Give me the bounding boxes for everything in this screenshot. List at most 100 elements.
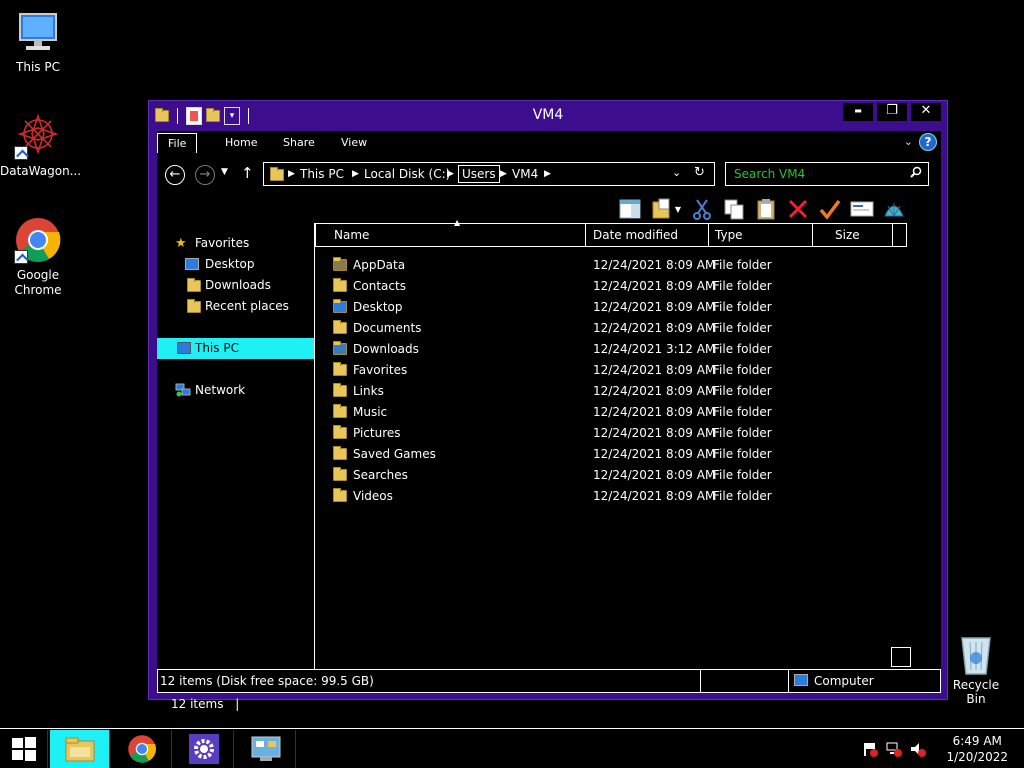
recent-locations-dropdown[interactable]: ▼: [221, 167, 228, 177]
nav-item-label: Network: [195, 383, 246, 397]
move-to-folder-icon[interactable]: ▼: [649, 196, 683, 222]
tab-file[interactable]: File: [157, 133, 198, 153]
forward-button[interactable]: →: [195, 165, 215, 185]
desktop-icon-google-chrome[interactable]: Google Chrome: [0, 216, 76, 298]
action-center-flag-icon[interactable]: [862, 741, 878, 761]
folder-icon: [333, 320, 347, 334]
column-type[interactable]: Type: [709, 224, 813, 246]
table-row[interactable]: Pictures 12/24/2021 8:09 AM File folder: [315, 423, 907, 444]
taskbar-file-explorer[interactable]: [50, 730, 110, 768]
properties-card-icon[interactable]: [849, 196, 875, 222]
volume-muted-icon[interactable]: [910, 741, 926, 761]
checkmark-icon[interactable]: [817, 196, 843, 222]
preview-pane-icon[interactable]: [617, 196, 643, 222]
recent-places-icon: [187, 299, 201, 313]
nav-item-favorites[interactable]: ★ Favorites: [157, 233, 314, 254]
file-name: Downloads: [353, 342, 419, 356]
file-name: Documents: [353, 321, 422, 335]
file-date: 12/24/2021 3:12 AM: [593, 342, 716, 356]
address-history-dropdown[interactable]: ⌄: [672, 166, 681, 179]
table-row[interactable]: AppData 12/24/2021 8:09 AM File folder: [315, 255, 907, 276]
folder-icon: [333, 404, 347, 418]
desktop-icon-recycle-bin[interactable]: Recycle Bin: [944, 632, 1008, 706]
shell-icon[interactable]: [881, 196, 907, 222]
nav-item-this-pc[interactable]: This PC: [157, 338, 314, 359]
file-name: Music: [353, 405, 388, 419]
computer-icon: [177, 342, 191, 354]
desktop-icon-this-pc[interactable]: This PC: [0, 8, 76, 75]
table-row[interactable]: Music 12/24/2021 8:09 AM File folder: [315, 402, 907, 423]
back-button[interactable]: ←: [165, 165, 185, 185]
clock-time: 6:49 AM: [952, 734, 1002, 748]
title-bar[interactable]: ▾ VM4 ▬ ❐ ✕: [149, 101, 947, 131]
expand-ribbon-icon[interactable]: ⌄: [904, 135, 913, 148]
star-icon: ★: [175, 236, 187, 251]
column-name[interactable]: Name: [328, 224, 586, 246]
folder-icon: [333, 278, 347, 292]
refresh-icon[interactable]: ↻: [694, 165, 705, 180]
tab-view[interactable]: View: [331, 133, 377, 153]
help-icon[interactable]: ?: [919, 133, 937, 151]
taskbar-chrome[interactable]: [112, 730, 172, 768]
folder-icon: [333, 362, 347, 376]
table-row[interactable]: Searches 12/24/2021 8:09 AM File folder: [315, 465, 907, 486]
paste-icon[interactable]: [753, 196, 779, 222]
breadcrumb-local-disk[interactable]: Local Disk (C:): [364, 166, 450, 182]
nav-item-desktop[interactable]: Desktop: [157, 254, 314, 275]
file-name: Desktop: [353, 300, 403, 314]
system-clock[interactable]: 6:49 AM 1/20/2022: [946, 733, 1008, 765]
breadcrumb-this-pc[interactable]: This PC: [300, 166, 344, 182]
column-date-modified[interactable]: Date modified: [587, 224, 709, 246]
taskbar: 6:49 AM 1/20/2022: [0, 728, 1024, 768]
table-row[interactable]: Favorites 12/24/2021 8:09 AM File folder: [315, 360, 907, 381]
file-name: Pictures: [353, 426, 401, 440]
shortcut-arrow-icon: [14, 250, 28, 264]
search-icon[interactable]: [910, 166, 922, 181]
item-count-text: 12 items: [171, 697, 224, 711]
start-button[interactable]: [0, 730, 48, 768]
file-date: 12/24/2021 8:09 AM: [593, 300, 716, 314]
minimize-button[interactable]: ▬: [843, 103, 873, 121]
table-row[interactable]: Documents 12/24/2021 8:09 AM File folder: [315, 318, 907, 339]
copy-icon[interactable]: [721, 196, 747, 222]
table-row[interactable]: Saved Games 12/24/2021 8:09 AM File folder: [315, 444, 907, 465]
taskbar-control-panel[interactable]: [236, 730, 296, 768]
nav-item-downloads[interactable]: Downloads: [157, 275, 314, 296]
search-box[interactable]: Search VM4: [725, 162, 929, 186]
nav-item-network[interactable]: Network: [157, 380, 314, 401]
nav-item-recent-places[interactable]: Recent places: [157, 296, 314, 317]
close-button[interactable]: ✕: [911, 103, 941, 121]
maximize-button[interactable]: ❐: [877, 103, 907, 121]
cut-icon[interactable]: [689, 196, 715, 222]
table-row[interactable]: Links 12/24/2021 8:09 AM File folder: [315, 381, 907, 402]
search-input[interactable]: Search VM4: [734, 167, 805, 181]
tab-home[interactable]: Home: [215, 133, 267, 153]
large-icons-view-icon[interactable]: [915, 647, 935, 667]
delete-icon[interactable]: [785, 196, 811, 222]
up-button[interactable]: ↑: [241, 164, 254, 182]
nav-item-label: Downloads: [205, 278, 271, 292]
file-name: Favorites: [353, 363, 408, 377]
file-date: 12/24/2021 8:09 AM: [593, 384, 716, 398]
folder-icon: [333, 488, 347, 502]
tab-share[interactable]: Share: [273, 133, 325, 153]
breadcrumb-vm4[interactable]: VM4: [512, 166, 538, 182]
folder-icon: [333, 467, 347, 481]
desktop-icon-datawagon[interactable]: DataWagon...: [0, 112, 81, 179]
file-type: File folder: [713, 300, 772, 314]
taskbar-settings[interactable]: [174, 730, 234, 768]
table-row[interactable]: Videos 12/24/2021 8:09 AM File folder: [315, 486, 907, 507]
table-row[interactable]: Downloads 12/24/2021 3:12 AM File folder: [315, 339, 907, 360]
clock-date: 1/20/2022: [946, 750, 1008, 764]
table-row[interactable]: Contacts 12/24/2021 8:09 AM File folder: [315, 276, 907, 297]
table-row[interactable]: Desktop 12/24/2021 8:09 AM File folder: [315, 297, 907, 318]
file-date: 12/24/2021 8:09 AM: [593, 279, 716, 293]
address-bar[interactable]: ▶ This PC ▶ Local Disk (C:) ▶ Users ▶ VM…: [263, 162, 715, 186]
breadcrumb-users[interactable]: Users: [458, 165, 500, 183]
file-type: File folder: [713, 489, 772, 503]
column-size[interactable]: Size: [829, 224, 893, 246]
details-view-icon[interactable]: [891, 647, 911, 667]
file-date: 12/24/2021 8:09 AM: [593, 405, 716, 419]
network-tray-icon[interactable]: [886, 741, 902, 761]
toolbar: ▼: [617, 195, 907, 223]
